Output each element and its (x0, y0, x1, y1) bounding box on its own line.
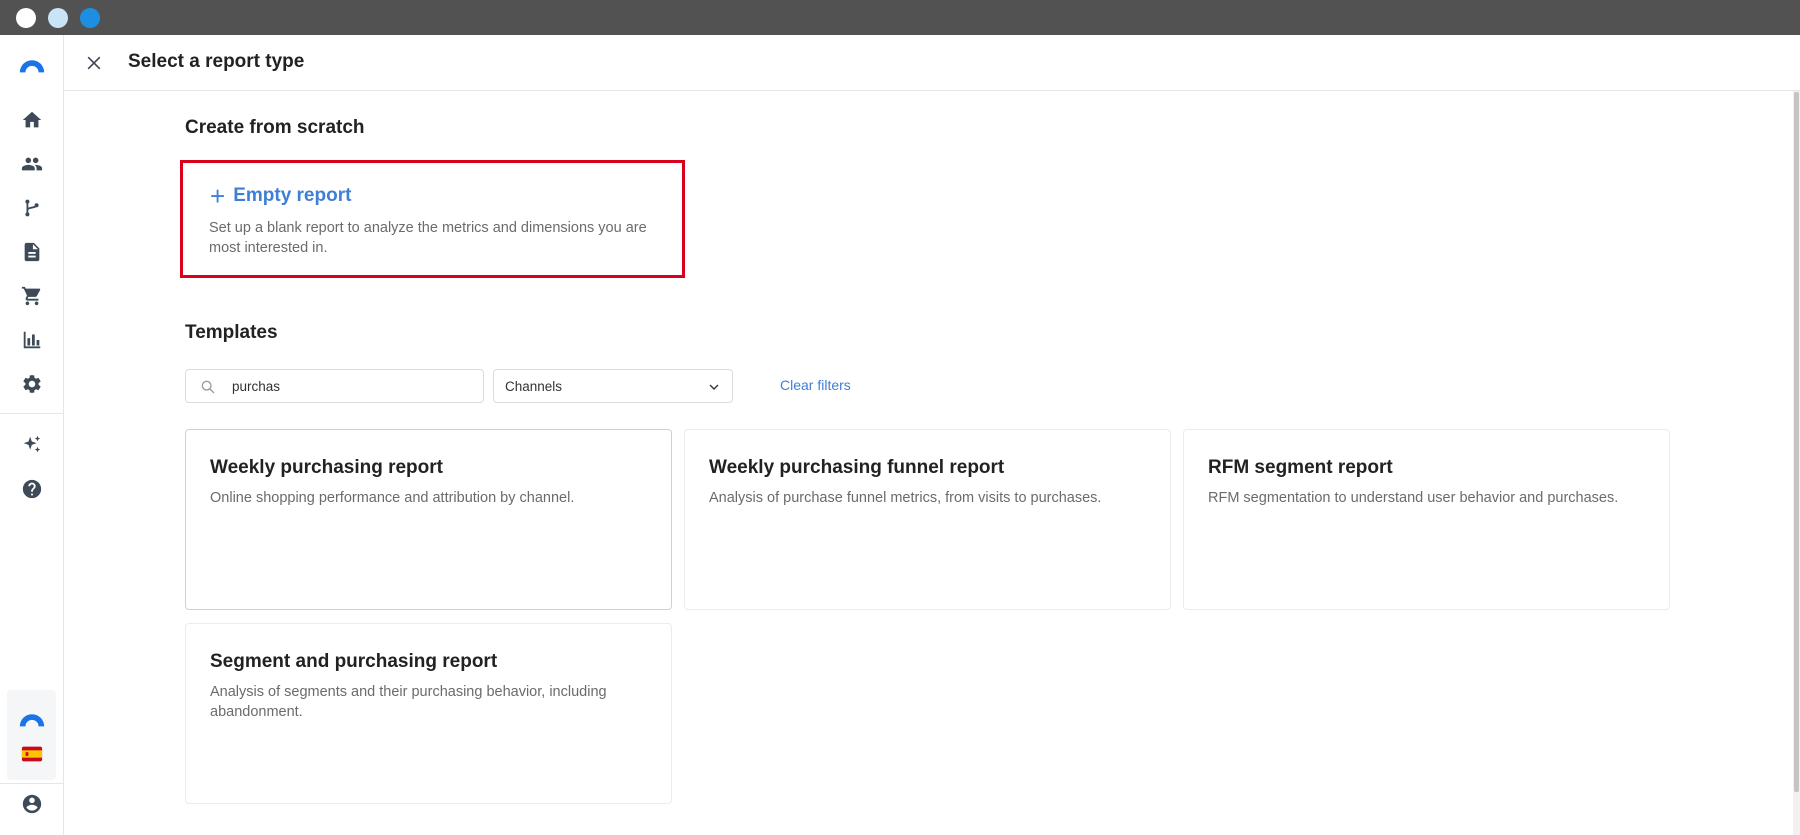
search-input[interactable] (232, 376, 472, 396)
template-card-description: RFM segmentation to understand user beha… (1208, 490, 1619, 506)
branch-icon[interactable] (16, 192, 48, 224)
close-icon (87, 56, 101, 70)
template-card-description: Online shopping performance and attribut… (210, 490, 575, 506)
help-icon[interactable] (16, 473, 48, 505)
template-card[interactable]: Segment and purchasing report Analysis o… (185, 623, 672, 804)
template-card[interactable]: Weekly purchasing funnel report Analysis… (684, 429, 1171, 610)
clear-filters-link[interactable]: Clear filters (780, 377, 851, 393)
scrollbar-thumb[interactable] (1794, 92, 1799, 792)
window-titlebar (0, 0, 1800, 35)
template-card-title: Segment and purchasing report (210, 651, 498, 672)
page-title: Select a report type (128, 51, 305, 72)
create-from-scratch-heading: Create from scratch (185, 117, 365, 138)
close-button[interactable] (82, 51, 106, 75)
cart-icon[interactable] (16, 280, 48, 312)
page-header: Select a report type (64, 35, 1800, 91)
sidebar (0, 35, 64, 835)
template-card[interactable]: Weekly purchasing report Online shopping… (185, 429, 672, 610)
app-logo-icon[interactable] (16, 47, 48, 79)
channels-selected-value: Channels (505, 379, 563, 394)
window-minimize-dot[interactable] (48, 8, 68, 28)
templates-heading: Templates (185, 322, 278, 343)
gear-icon[interactable] (16, 368, 48, 400)
spain-flag-icon[interactable] (16, 738, 48, 770)
plus-icon: + (210, 181, 226, 211)
sidebar-divider (0, 413, 63, 414)
template-card-title: Weekly purchasing funnel report (709, 457, 1005, 478)
empty-report-description: Set up a blank report to analyze the met… (209, 220, 647, 256)
sidebar-divider-bottom (0, 783, 63, 784)
channels-dropdown[interactable]: Channels (493, 369, 733, 403)
template-card[interactable]: RFM segment report RFM segmentation to u… (1183, 429, 1670, 610)
empty-report-title: Empty report (233, 185, 352, 206)
chevron-down-icon (709, 384, 719, 390)
brand-logo-icon[interactable] (16, 701, 48, 733)
template-card-title: RFM segment report (1208, 457, 1393, 478)
user-account-icon[interactable] (16, 788, 48, 820)
template-card-description: Analysis of segments and their purchasin… (210, 684, 607, 720)
document-icon[interactable] (16, 236, 48, 268)
sparkles-icon[interactable] (16, 429, 48, 461)
template-card-description: Analysis of purchase funnel metrics, fro… (709, 490, 1102, 506)
users-icon[interactable] (16, 148, 48, 180)
home-icon[interactable] (16, 104, 48, 136)
template-search[interactable] (185, 369, 484, 403)
window-close-dot[interactable] (16, 8, 36, 28)
empty-report-card[interactable]: + Empty report Set up a blank report to … (180, 160, 685, 278)
template-card-title: Weekly purchasing report (210, 457, 443, 478)
search-icon (201, 380, 215, 394)
window-maximize-dot[interactable] (80, 8, 100, 28)
bar-chart-icon[interactable] (16, 324, 48, 356)
